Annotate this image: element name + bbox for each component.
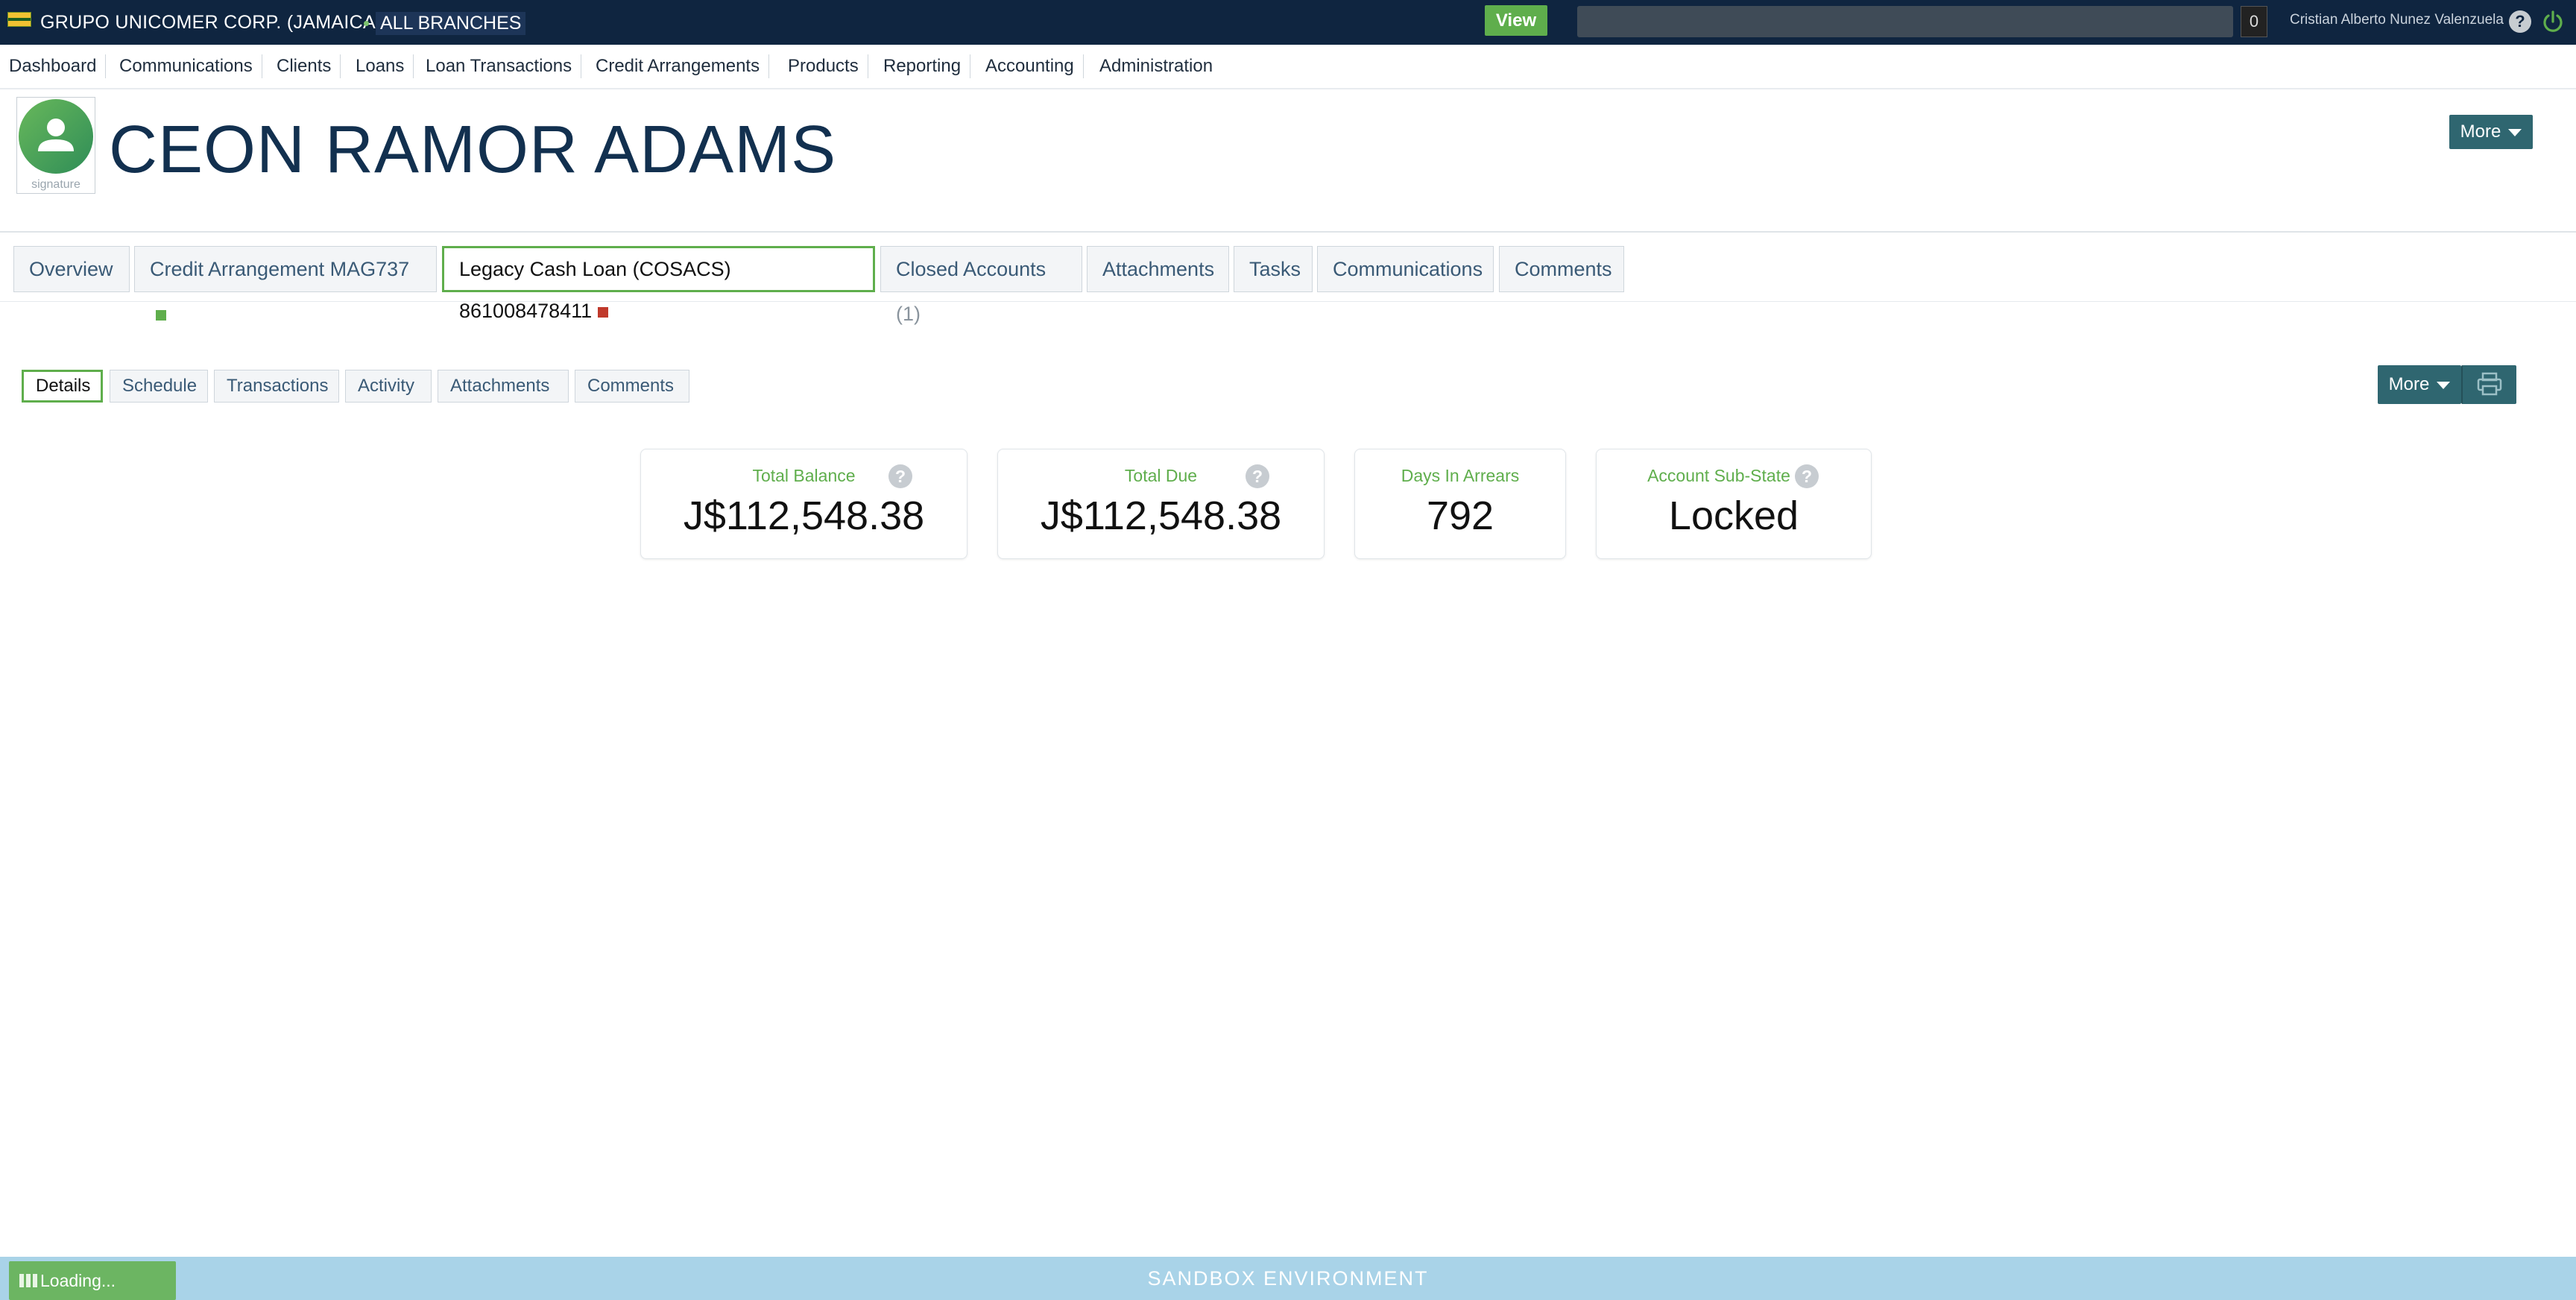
avatar-caption: signature	[31, 178, 80, 191]
help-icon[interactable]: ?	[888, 464, 912, 488]
subtab-transactions[interactable]: Transactions	[214, 370, 339, 403]
subtab-attachments[interactable]: Attachments	[438, 370, 569, 403]
total-due-label: Total Due	[1124, 466, 1198, 485]
power-icon[interactable]	[2542, 10, 2564, 33]
flag-icon	[7, 12, 31, 27]
environment-banner: SANDBOX ENVIRONMENT	[0, 1257, 2576, 1300]
subtab-comments[interactable]: Comments	[575, 370, 689, 403]
closed-status-icon	[598, 306, 609, 318]
view-button[interactable]: View	[1485, 5, 1547, 36]
print-button[interactable]	[2461, 365, 2516, 404]
tab-credit-arrangement[interactable]: Credit Arrangement MAG737	[134, 246, 437, 321]
help-icon[interactable]: ?	[2509, 10, 2531, 33]
account-substate-card: Account Sub-State ? Locked	[1596, 449, 1872, 559]
tab-comments-label: Comments	[1515, 258, 1612, 280]
nav-accounting[interactable]: Accounting	[976, 54, 1084, 78]
page-title: CEON RAMOR ADAMS	[109, 113, 837, 187]
tab-tasks[interactable]: Tasks	[1234, 246, 1313, 292]
subtab-details-label: Details	[36, 376, 91, 396]
person-icon	[38, 119, 74, 151]
total-balance-value: J$112,548.38	[683, 493, 925, 538]
total-balance-card: Total Balance ? J$112,548.38	[640, 449, 967, 559]
subtab-activity[interactable]: Activity	[345, 370, 432, 403]
branch-status-dot	[364, 21, 369, 26]
notification-counter[interactable]: 0	[2241, 6, 2267, 37]
tab-communications[interactable]: Communications	[1317, 246, 1494, 292]
tab-overview[interactable]: Overview	[13, 246, 130, 292]
subtab-schedule[interactable]: Schedule	[110, 370, 208, 403]
user-name[interactable]: Cristian Alberto Nunez Valenzuela	[2290, 12, 2504, 28]
search-input[interactable]	[1577, 6, 2233, 37]
nav-clients[interactable]: Clients	[268, 54, 341, 78]
loading-bars-icon	[19, 1274, 37, 1287]
top-header: GRUPO UNICOMER CORP. (JAMAICA) ALL BRANC…	[0, 0, 2576, 45]
subtab-attachments-label: Attachments	[450, 376, 550, 396]
subtab-comments-label: Comments	[587, 376, 675, 396]
account-substate-value: Locked	[1668, 493, 1799, 538]
nav-loans[interactable]: Loans	[347, 54, 414, 78]
branch-selector[interactable]: ALL BRANCHES	[376, 12, 526, 35]
organization-name[interactable]: GRUPO UNICOMER CORP. (JAMAICA)	[40, 12, 382, 34]
tab-legacy-cash-loan[interactable]: Legacy Cash Loan (COSACS) 861008478411	[442, 246, 875, 322]
tab-credit-arrangement-label: Credit Arrangement MAG737	[150, 258, 410, 280]
client-more-button[interactable]: More	[2449, 115, 2533, 149]
tab-attachments-label: Attachments	[1102, 258, 1215, 280]
divider	[0, 231, 2576, 233]
chevron-down-icon	[2437, 381, 2451, 389]
printer-icon	[2477, 372, 2502, 395]
loading-label: Loading...	[40, 1271, 116, 1290]
subtab-schedule-label: Schedule	[122, 376, 198, 396]
loading-indicator: Loading...	[9, 1261, 176, 1300]
divider	[0, 301, 2576, 302]
tab-closed-accounts-label: Closed Accounts	[896, 258, 1046, 280]
loan-more-label: More	[2388, 374, 2430, 394]
total-due-card: Total Due ? J$112,548.38	[997, 449, 1325, 559]
tab-overview-label: Overview	[29, 258, 113, 280]
nav-credit-arrangements[interactable]: Credit Arrangements	[587, 54, 770, 78]
closed-accounts-count: (1)	[896, 303, 921, 325]
tab-communications-label: Communications	[1333, 258, 1483, 280]
total-due-value: J$112,548.38	[1040, 493, 1282, 538]
help-icon[interactable]: ?	[1246, 464, 1269, 488]
client-more-label: More	[2460, 122, 2501, 142]
nav-communications[interactable]: Communications	[110, 54, 262, 78]
days-in-arrears-card: Days In Arrears 792	[1354, 449, 1566, 559]
help-icon[interactable]: ?	[1795, 464, 1819, 488]
tab-comments[interactable]: Comments	[1499, 246, 1624, 292]
user-avatar-icon	[19, 99, 93, 174]
nav-products[interactable]: Products	[779, 54, 868, 78]
active-status-icon	[156, 309, 166, 321]
nav-reporting[interactable]: Reporting	[874, 54, 971, 78]
avatar[interactable]: signature	[16, 97, 95, 194]
nav-administration[interactable]: Administration	[1090, 54, 1222, 78]
environment-label: SANDBOX ENVIRONMENT	[1147, 1267, 1429, 1290]
total-balance-label: Total Balance	[752, 466, 856, 485]
chevron-down-icon	[2508, 128, 2522, 136]
loan-more-button[interactable]: More	[2378, 365, 2461, 404]
subtab-activity-label: Activity	[358, 376, 415, 396]
tab-attachments[interactable]: Attachments	[1087, 246, 1229, 292]
subtab-details[interactable]: Details	[22, 370, 103, 403]
days-in-arrears-label: Days In Arrears	[1401, 466, 1520, 485]
nav-loan-transactions[interactable]: Loan Transactions	[417, 54, 582, 78]
tab-legacy-cash-loan-label: Legacy Cash Loan (COSACS) 861008478411	[459, 258, 731, 322]
subtab-transactions-label: Transactions	[227, 376, 329, 396]
main-nav: Dashboard Communications Clients Loans L…	[0, 45, 2576, 89]
tab-tasks-label: Tasks	[1249, 258, 1301, 280]
days-in-arrears-value: 792	[1426, 493, 1494, 538]
tab-closed-accounts[interactable]: Closed Accounts (1)	[880, 246, 1082, 325]
nav-dashboard[interactable]: Dashboard	[0, 54, 107, 78]
